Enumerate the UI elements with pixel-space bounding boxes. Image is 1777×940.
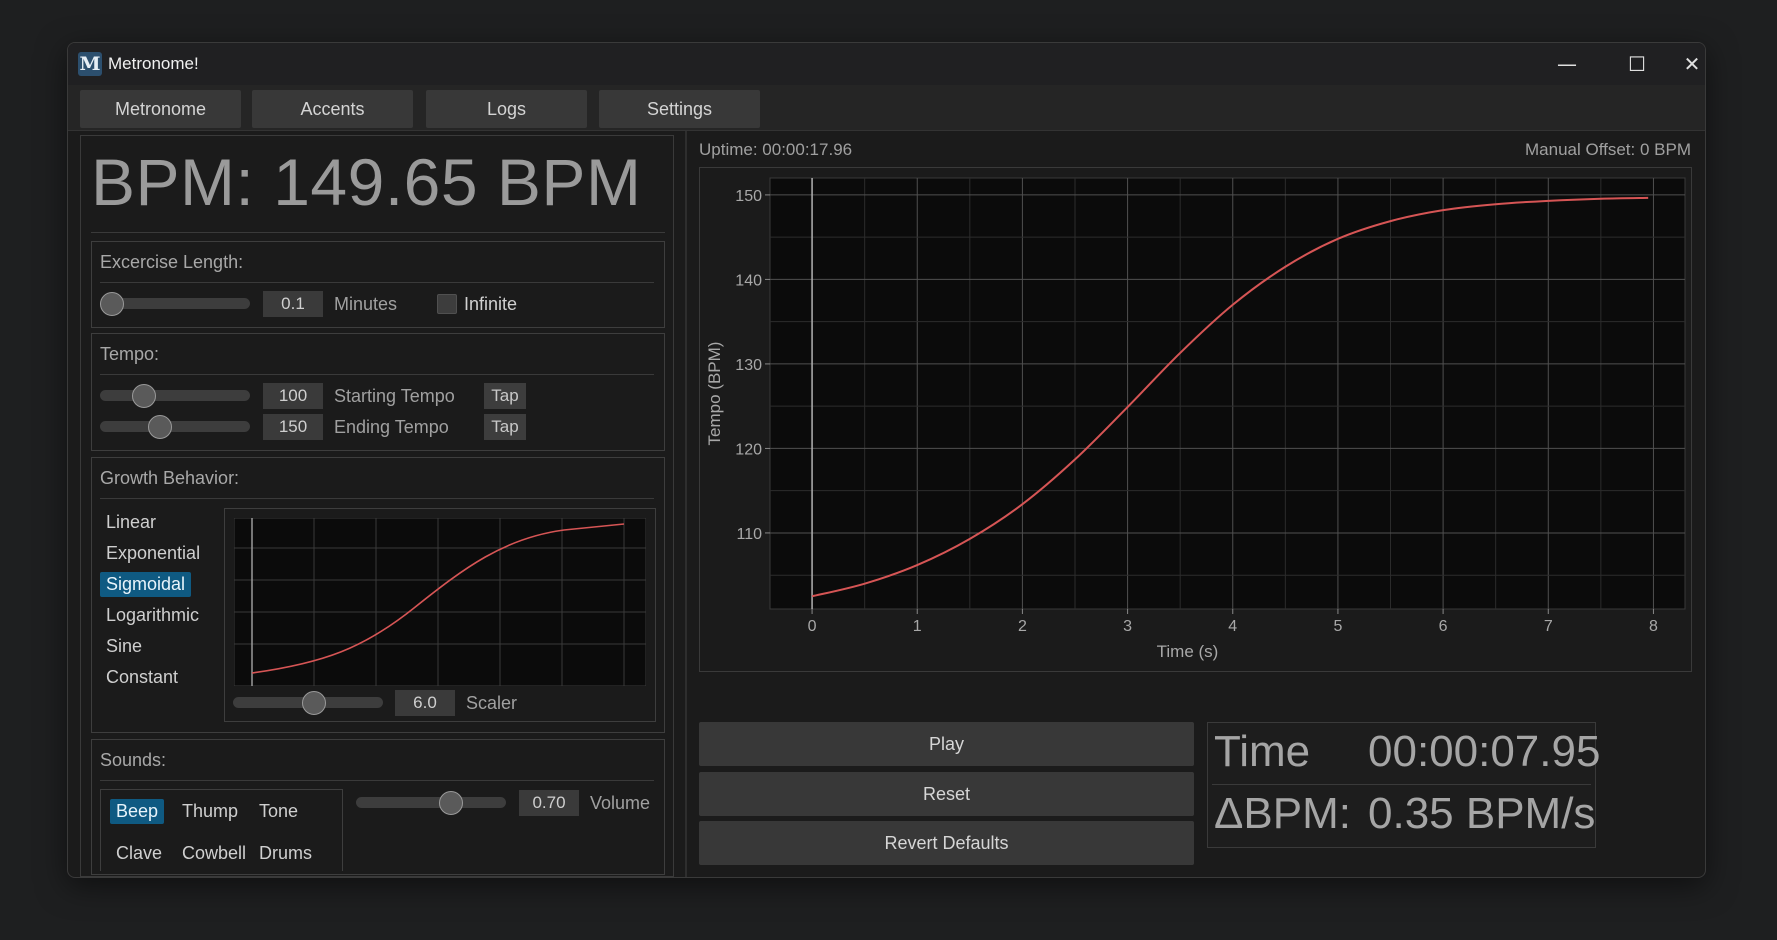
tab-metronome[interactable]: Metronome: [80, 90, 241, 128]
sounds-list: Beep Thump Tone Clave Cowbell Drums: [100, 789, 343, 871]
minutes-label: Minutes: [334, 294, 398, 314]
exercise-length-title: Excercise Length:: [100, 252, 244, 272]
tab-bar: Metronome Accents Logs Settings: [68, 85, 1705, 131]
sound-option[interactable]: Drums: [253, 841, 318, 866]
delta-bpm-value: 0.35 BPM/s: [1368, 789, 1596, 838]
y-tick-label: 150: [735, 188, 762, 205]
group-rule: [100, 498, 654, 499]
time-value: 00:00:07.95: [1368, 727, 1601, 776]
tab-accents[interactable]: Accents: [252, 90, 413, 128]
tab-settings[interactable]: Settings: [599, 90, 760, 128]
growth-option[interactable]: Sigmoidal: [100, 572, 192, 597]
sounds-group: Sounds: Beep Thump Tone Clave Cowbell Dr…: [91, 739, 665, 875]
infinite-checkbox[interactable]: [437, 294, 457, 314]
scaler-value[interactable]: 6.0: [395, 690, 455, 716]
x-tick-label: 5: [1333, 618, 1342, 635]
title-bar[interactable]: M Metronome! — ☐ ✕: [68, 43, 1705, 85]
y-axis-label: Tempo (BPM): [705, 342, 724, 446]
growth-preview-frame: 6.0 Scaler: [224, 508, 656, 722]
starting-tempo-slider-handle[interactable]: [131, 384, 156, 408]
starting-tempo-label: Starting Tempo: [334, 386, 455, 406]
sounds-title: Sounds:: [100, 750, 167, 770]
y-tick-label: 130: [735, 357, 762, 374]
ending-tempo-value[interactable]: 150: [263, 414, 323, 440]
sound-option[interactable]: Cowbell: [176, 841, 252, 866]
starting-tempo-tap-button[interactable]: Tap: [484, 383, 526, 409]
x-tick-label: 1: [913, 618, 922, 635]
controls-panel: BPM: 149.65 BPM Excercise Length: 0.1 Mi…: [80, 135, 674, 877]
tempo-plot-frame: 0 1 2 3 4 5 6 7 8 110 120 130 140 150 Time (s) Tempo (B…: [699, 167, 1692, 672]
starting-tempo-value[interactable]: 100: [263, 383, 323, 409]
stats-panel: Time 00:00:07.95 ΔBPM: 0.35 BPM/s: [1207, 722, 1600, 848]
ending-tempo-label: Ending Tempo: [334, 417, 449, 437]
play-button[interactable]: Play: [699, 722, 1194, 766]
plot-panel: Uptime: 00:00:17.96 Manual Offset: 0 BPM…: [692, 135, 1703, 877]
growth-option[interactable]: Logarithmic: [100, 603, 205, 628]
growth-option[interactable]: Exponential: [100, 541, 206, 566]
infinite-label[interactable]: Infinite: [464, 294, 517, 315]
divider: [91, 232, 665, 233]
x-tick-label: 8: [1649, 618, 1658, 635]
sound-option[interactable]: Beep: [110, 799, 165, 824]
x-tick-label: 6: [1439, 618, 1448, 635]
growth-option[interactable]: Sine: [100, 634, 148, 659]
x-tick-label: 0: [808, 618, 817, 635]
panel-divider[interactable]: [685, 131, 687, 877]
sound-option[interactable]: Thump: [176, 799, 244, 824]
volume-slider-handle[interactable]: [439, 791, 464, 815]
x-tick-label: 7: [1544, 618, 1553, 635]
sound-option[interactable]: Clave: [110, 841, 168, 866]
exercise-length-slider-handle[interactable]: [100, 292, 124, 316]
growth-preview-plot: [234, 518, 646, 686]
y-tick-label: 110: [736, 526, 762, 543]
exercise-length-value[interactable]: 0.1: [263, 291, 323, 317]
window-title: Metronome!: [108, 54, 199, 73]
group-rule: [100, 282, 654, 283]
time-label: Time: [1214, 727, 1311, 776]
starting-tempo-slider[interactable]: [100, 390, 250, 401]
reset-button[interactable]: Reset: [699, 772, 1194, 816]
metronome-app-icon: M: [78, 52, 102, 76]
volume-label: Volume: [590, 793, 651, 813]
revert-defaults-button[interactable]: Revert Defaults: [699, 821, 1194, 865]
app-window: M Metronome! — ☐ ✕ Metronome Accents Log…: [67, 42, 1706, 878]
maximize-icon[interactable]: ☐: [1607, 43, 1667, 85]
ending-tempo-slider[interactable]: [100, 421, 250, 432]
growth-behavior-title: Growth Behavior:: [100, 468, 240, 488]
minimize-icon[interactable]: —: [1537, 43, 1597, 85]
group-rule: [100, 374, 654, 375]
x-axis-label: Time (s): [1157, 642, 1219, 661]
scaler-slider-handle[interactable]: [302, 691, 327, 715]
ending-tempo-slider-handle[interactable]: [147, 415, 172, 439]
uptime-label: Uptime: 00:00:17.96: [699, 140, 853, 159]
ending-tempo-tap-button[interactable]: Tap: [484, 414, 526, 440]
stats-divider: [1212, 784, 1591, 785]
plot-area: [769, 177, 1686, 610]
tab-logs[interactable]: Logs: [426, 90, 587, 128]
volume-slider[interactable]: [356, 797, 506, 808]
manual-offset-label: Manual Offset: 0 BPM: [1525, 140, 1691, 159]
growth-option[interactable]: Constant: [100, 665, 184, 690]
tempo-chart[interactable]: 0 1 2 3 4 5 6 7 8 110 120 130 140 150 Time (s) Tempo (B…: [700, 168, 1693, 673]
delta-bpm-label: ΔBPM:: [1214, 789, 1351, 838]
y-tick-label: 120: [735, 441, 762, 458]
y-tick-label: 140: [735, 272, 762, 289]
close-icon[interactable]: ✕: [1677, 43, 1705, 85]
volume-value[interactable]: 0.70: [519, 790, 579, 816]
group-rule: [100, 780, 654, 781]
bpm-display: BPM: 149.65 BPM: [91, 145, 642, 219]
x-tick-label: 4: [1228, 618, 1237, 635]
growth-option[interactable]: Linear: [100, 510, 162, 535]
scaler-label: Scaler: [466, 693, 518, 713]
x-tick-label: 2: [1018, 618, 1027, 635]
tempo-group: Tempo: 100 Starting Tempo Tap 150 Ending…: [91, 333, 665, 451]
x-tick-label: 3: [1123, 618, 1132, 635]
growth-behavior-group: Growth Behavior: Linear Exponential Sigm…: [91, 457, 665, 733]
tempo-title: Tempo:: [100, 344, 160, 364]
exercise-length-group: Excercise Length: 0.1 Minutes Infinite: [91, 241, 665, 328]
sound-option[interactable]: Tone: [253, 799, 304, 824]
